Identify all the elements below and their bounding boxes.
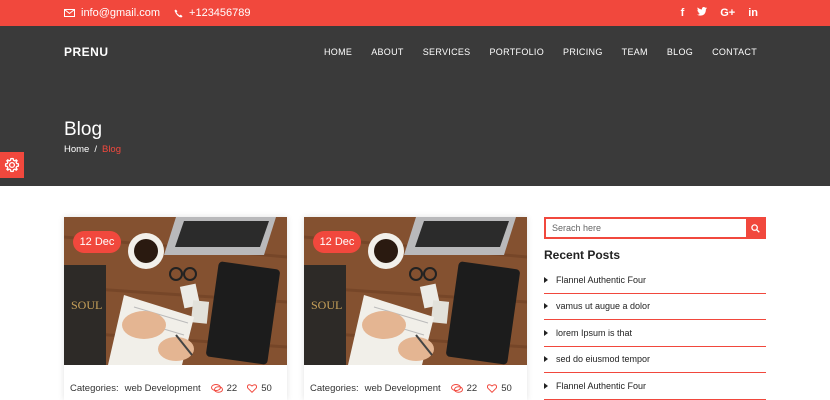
social-links: f G+ in xyxy=(668,0,758,26)
recent-posts-title: Recent Posts xyxy=(544,248,621,262)
nav-contact[interactable]: CONTACT xyxy=(712,47,757,57)
blog-card-image[interactable]: SOUL 12 Dec xyxy=(64,217,287,365)
categories-label: Categories: xyxy=(310,383,359,394)
main-nav: HOME ABOUT SERVICES PORTFOLIO PRICING TE… xyxy=(305,47,757,57)
contact-info: info@gmail.com +123456789 xyxy=(64,0,265,26)
recent-post-item[interactable]: Flannel Authentic Four xyxy=(544,373,766,400)
post-meta: Categories: web Development 22 50 xyxy=(310,383,522,394)
phone-icon xyxy=(174,8,183,18)
nav-pricing[interactable]: PRICING xyxy=(563,47,603,57)
recent-post-item[interactable]: Flannel Authentic Four xyxy=(544,267,766,294)
facebook-icon[interactable]: f xyxy=(681,7,685,19)
arrow-icon xyxy=(544,382,548,389)
settings-toggle[interactable] xyxy=(0,152,24,178)
heart-icon xyxy=(487,384,498,393)
blog-card[interactable]: SOUL 12 Dec Categories: web Development … xyxy=(64,217,287,400)
nav-about[interactable]: ABOUT xyxy=(371,47,404,57)
svg-text:SOUL: SOUL xyxy=(71,298,102,312)
comment-count-value: 22 xyxy=(466,383,478,394)
phone-text: +123456789 xyxy=(189,7,251,19)
page-header: PRENU HOME ABOUT SERVICES PORTFOLIO PRIC… xyxy=(0,26,830,186)
nav-portfolio[interactable]: PORTFOLIO xyxy=(489,47,544,57)
nav-blog[interactable]: BLOG xyxy=(667,47,693,57)
search-box xyxy=(544,217,766,239)
google-plus-icon[interactable]: G+ xyxy=(720,7,735,19)
breadcrumb-current: Blog xyxy=(101,144,121,155)
email-item[interactable]: info@gmail.com xyxy=(64,7,160,19)
comment-count-value: 22 xyxy=(226,383,238,394)
nav-team[interactable]: TEAM xyxy=(622,47,648,57)
recent-post-item[interactable]: lorem Ipsum is that xyxy=(544,320,766,347)
top-bar: info@gmail.com +123456789 f G+ in xyxy=(0,0,830,26)
recent-post-item[interactable]: vamus ut augue a dolor xyxy=(544,294,766,320)
search-input[interactable] xyxy=(546,219,746,237)
search-icon xyxy=(750,223,760,233)
arrow-icon xyxy=(544,329,548,336)
post-meta: Categories: web Development 22 50 xyxy=(70,383,282,394)
phone-item[interactable]: +123456789 xyxy=(174,7,251,19)
nav-services[interactable]: SERVICES xyxy=(423,47,471,57)
gear-icon xyxy=(4,157,20,173)
comment-icon xyxy=(210,384,223,393)
search-button[interactable] xyxy=(746,219,764,237)
like-count[interactable]: 50 xyxy=(247,383,272,394)
post-date-badge: 12 Dec xyxy=(313,231,361,253)
envelope-icon xyxy=(64,9,75,17)
breadcrumb-separator: / xyxy=(94,144,97,155)
site-logo[interactable]: PRENU xyxy=(64,45,109,59)
twitter-icon[interactable] xyxy=(697,7,708,19)
category-link[interactable]: web Development xyxy=(125,383,201,394)
recent-post-item[interactable]: sed do eiusmod tempor xyxy=(544,347,766,373)
category-link[interactable]: web Development xyxy=(365,383,441,394)
breadcrumb-home[interactable]: Home xyxy=(64,144,89,155)
recent-post-title: Flannel Authentic Four xyxy=(556,380,647,391)
recent-post-title: lorem Ipsum is that xyxy=(556,327,633,338)
comment-icon xyxy=(450,384,463,393)
blog-card-image[interactable]: SOUL 12 Dec xyxy=(304,217,527,365)
like-count[interactable]: 50 xyxy=(487,383,512,394)
post-date-badge: 12 Dec xyxy=(73,231,121,253)
svg-text:SOUL: SOUL xyxy=(311,298,342,312)
breadcrumb: Home / Blog xyxy=(64,144,121,155)
recent-post-title: vamus ut augue a dolor xyxy=(556,301,651,312)
like-count-value: 50 xyxy=(501,383,512,394)
linkedin-icon[interactable]: in xyxy=(748,7,758,19)
comment-count[interactable]: 22 xyxy=(450,383,478,394)
email-text: info@gmail.com xyxy=(81,7,161,19)
comment-count[interactable]: 22 xyxy=(210,383,238,394)
arrow-icon xyxy=(544,276,548,283)
arrow-icon xyxy=(544,356,548,363)
arrow-icon xyxy=(544,303,548,310)
recent-posts-list: Flannel Authentic Four vamus ut augue a … xyxy=(544,267,766,400)
categories-label: Categories: xyxy=(70,383,119,394)
page-title: Blog xyxy=(64,119,103,140)
recent-post-title: Flannel Authentic Four xyxy=(556,274,647,285)
blog-card[interactable]: SOUL 12 Dec Categories: web Development … xyxy=(304,217,527,400)
like-count-value: 50 xyxy=(261,383,272,394)
nav-home[interactable]: HOME xyxy=(324,47,352,57)
recent-post-title: sed do eiusmod tempor xyxy=(556,354,651,365)
heart-icon xyxy=(247,384,258,393)
